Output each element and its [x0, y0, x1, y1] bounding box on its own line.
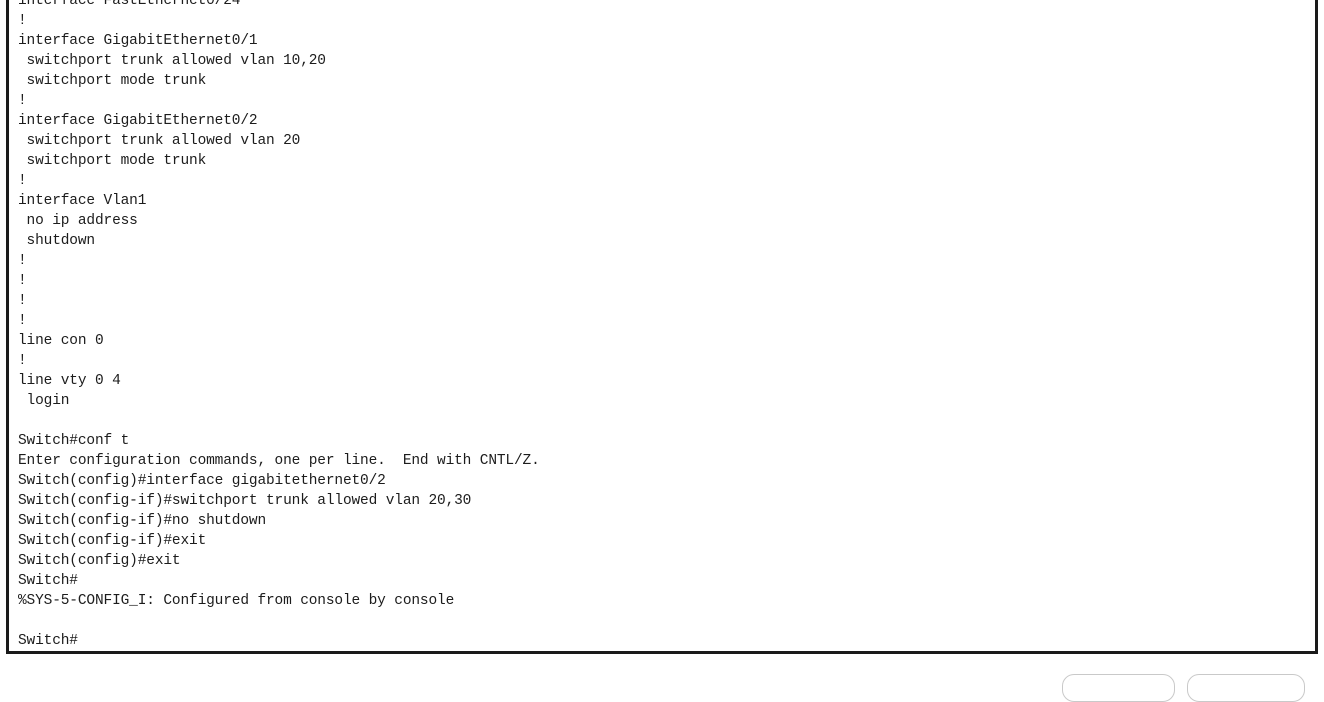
terminal-line: ! [18, 293, 27, 309]
terminal-line: switchport trunk allowed vlan 20 [18, 133, 301, 149]
terminal-line: switchport mode trunk [18, 153, 207, 169]
terminal-line: Switch(config)#exit [18, 553, 181, 569]
terminal-line: Switch(config-if)#switchport trunk allow… [18, 493, 472, 509]
terminal-line: Switch#conf t [18, 433, 130, 449]
terminal-line: switchport trunk allowed vlan 10,20 [18, 53, 326, 69]
terminal-line: interface Vlan1 [18, 193, 147, 209]
bottom-button-2[interactable] [1187, 674, 1305, 702]
terminal-line: ! [18, 313, 27, 329]
terminal-line: ! [18, 13, 27, 29]
terminal-line: Switch# [18, 633, 78, 649]
terminal-line: login [18, 393, 70, 409]
terminal-line: line con 0 [18, 333, 104, 349]
terminal-line: no ip address [18, 213, 138, 229]
terminal-line: Enter configuration commands, one per li… [18, 453, 540, 469]
terminal-line: ! [18, 93, 27, 109]
terminal-line: interface GigabitEthernet0/2 [18, 113, 258, 129]
terminal-line: Switch(config)#interface gigabitethernet… [18, 473, 386, 489]
terminal-line: ! [18, 173, 27, 189]
terminal-line: line vty 0 4 [18, 373, 121, 389]
terminal-console[interactable]: interface FastEthernet0/24! interface Gig… [6, 0, 1318, 654]
terminal-line: interface FastEthernet0/24 [18, 0, 241, 9]
terminal-line: Switch(config-if)#exit [18, 533, 207, 549]
terminal-line: Switch(config-if)#no shutdown [18, 513, 266, 529]
terminal-line: shutdown [18, 233, 96, 249]
terminal-output: interface FastEthernet0/24! interface Gig… [18, 0, 540, 651]
terminal-line: interface GigabitEthernet0/1 [18, 33, 258, 49]
terminal-line: %SYS-5-CONFIG_I: Configured from console… [18, 593, 455, 609]
terminal-line: ! [18, 253, 27, 269]
terminal-line: ! [18, 273, 27, 289]
terminal-line: ! [18, 353, 27, 369]
bottom-button-1[interactable] [1062, 674, 1175, 702]
terminal-line: switchport mode trunk [18, 73, 207, 89]
terminal-line: Switch# [18, 573, 78, 589]
